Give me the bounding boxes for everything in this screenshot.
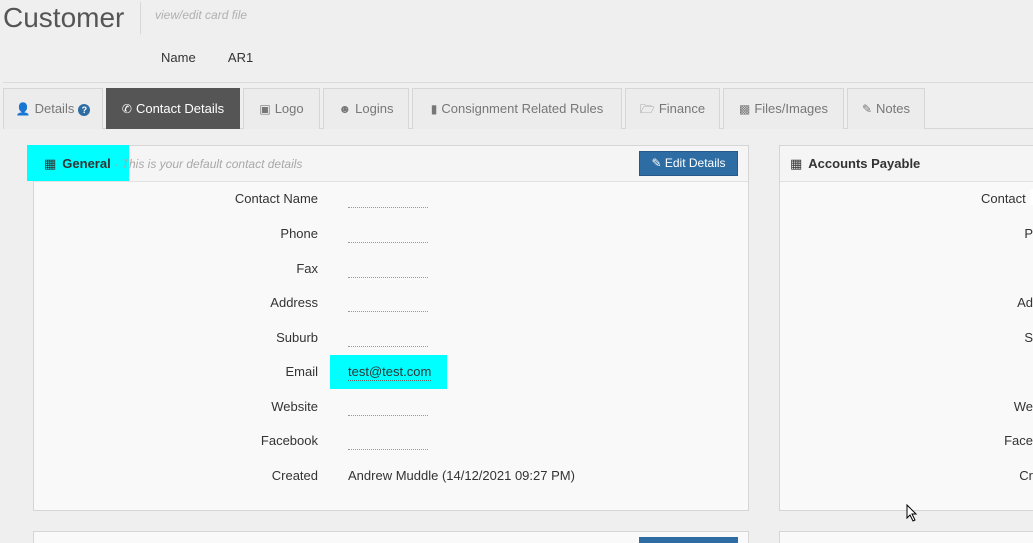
accounts-payable-title: ▦ Accounts Payable	[790, 156, 921, 171]
facebook-label: Facebook	[260, 433, 318, 448]
ap-label-facebook: Face	[1004, 433, 1033, 448]
second-panel-button[interactable]	[639, 537, 738, 543]
ap-label-contact: Contact I	[980, 191, 1033, 206]
contact-name-label: Contact Name	[234, 191, 318, 206]
ap-label-address: Ad	[1017, 295, 1033, 310]
tab-finance[interactable]: 🗁 Finance	[625, 88, 720, 129]
edit-details-button[interactable]: ✎ Edit Details	[639, 151, 738, 176]
tab-details[interactable]: 👤 Details?	[3, 88, 103, 129]
table-icon: ▦	[44, 156, 57, 171]
fax-label: Fax	[296, 261, 318, 276]
mouse-cursor-icon	[906, 504, 918, 522]
contact-name-value[interactable]	[348, 194, 428, 208]
ap-label-suburb: S	[1024, 330, 1033, 345]
tab-bar: 👤 Details? ✆ Contact Details ▣ Logo ☻ Logins…	[3, 88, 1033, 129]
suburb-value[interactable]	[348, 333, 428, 347]
name-label: Name	[161, 50, 196, 65]
tab-logo[interactable]: ▣ Logo	[243, 88, 320, 129]
general-panel-title: ▦ General - This is your default contact …	[44, 156, 303, 171]
email-label: Email	[285, 364, 318, 379]
help-icon[interactable]: ?	[78, 103, 91, 116]
ap-label-website: We	[1013, 399, 1033, 414]
website-value[interactable]	[348, 402, 428, 416]
tab-notes[interactable]: ✎ Notes	[847, 88, 925, 129]
users-icon: ☻	[338, 102, 352, 116]
phone-label: Phone	[280, 226, 318, 241]
table-icon: ▦	[790, 156, 803, 171]
user-icon: 👤	[15, 102, 31, 116]
folder-open-icon: 🗁	[639, 102, 655, 116]
tab-contact-details[interactable]: ✆ Contact Details	[106, 88, 240, 129]
phone-value[interactable]	[348, 229, 428, 243]
suburb-label: Suburb	[276, 330, 318, 345]
second-panel	[33, 531, 749, 543]
page-title: Customer	[3, 2, 125, 33]
website-label: Website	[271, 399, 318, 414]
tab-consignment-rules[interactable]: ▮ Consignment Related Rules	[412, 88, 622, 129]
image-icon: ▣	[259, 102, 271, 116]
file-icon: ▮	[430, 102, 438, 116]
general-panel-header: ▦ General - This is your default contact …	[27, 145, 748, 182]
phone-icon: ✆	[121, 102, 132, 116]
fax-value[interactable]	[348, 264, 428, 278]
pencil-icon: ✎	[861, 102, 873, 116]
edit-icon: ✎	[651, 156, 662, 170]
title-divider	[140, 2, 141, 34]
page-subtitle: view/edit card file	[155, 8, 248, 22]
created-value: Andrew Muddle (14/12/2021 09:27 PM)	[348, 468, 575, 483]
second-right-panel	[779, 531, 1033, 543]
file-image-icon: ▩	[738, 102, 751, 116]
tab-logins[interactable]: ☻ Logins	[323, 88, 409, 129]
tab-files-images[interactable]: ▩ Files/Images	[723, 88, 844, 129]
ap-label-phone: P	[1024, 226, 1033, 241]
address-label: Address	[270, 295, 318, 310]
ap-label-created: Cr	[1019, 468, 1033, 483]
created-label: Created	[271, 468, 318, 483]
name-value: AR1	[227, 50, 254, 65]
email-value[interactable]: test@test.com	[348, 364, 432, 381]
name-row: Name AR1	[161, 50, 253, 65]
general-panel-description: - This is your default contact details	[114, 157, 303, 171]
accounts-payable-header: ▦ Accounts Payable	[780, 146, 1033, 182]
facebook-value[interactable]	[348, 436, 428, 450]
header-divider	[3, 82, 1033, 83]
address-value[interactable]	[348, 298, 428, 312]
